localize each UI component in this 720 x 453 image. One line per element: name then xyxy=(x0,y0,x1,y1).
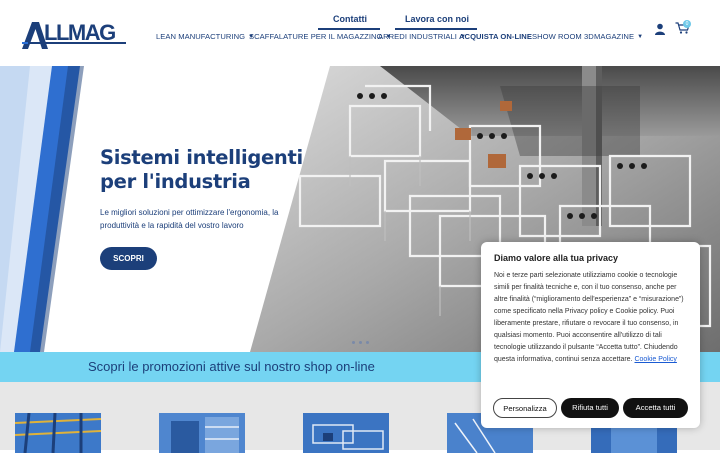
nav-arredi-industriali[interactable]: ARREDI INDUSTRIALI ▼ xyxy=(378,32,466,41)
allmag-logo[interactable]: LLMAG xyxy=(22,16,128,50)
product-thumbnail[interactable] xyxy=(303,413,389,453)
cookie-consent-dialog: Diamo valore alla tua privacy Noi e terz… xyxy=(481,242,700,428)
lavora-underline xyxy=(395,28,477,30)
nav-label: ARREDI INDUSTRIALI xyxy=(378,32,457,41)
svg-text:LLMAG: LLMAG xyxy=(44,20,115,45)
cookie-body: Noi e terze parti selezionate utilizziam… xyxy=(494,272,684,363)
nav-show-room-3d[interactable]: SHOW ROOM 3D xyxy=(532,32,594,41)
product-thumbnail[interactable] xyxy=(159,413,245,453)
nav-label: SHOW ROOM 3D xyxy=(532,32,594,41)
promo-text[interactable]: Scopri le promozioni attive sul nostro s… xyxy=(88,359,375,374)
nav-label: MAGAZINE xyxy=(594,32,635,41)
site-header: LLMAG Contatti Lavora con noi LEAN MANUF… xyxy=(0,0,720,66)
nav-label: LEAN MANUFACTURING xyxy=(156,32,246,41)
nav-label: ACQUISTA ON-LINE xyxy=(459,32,532,41)
rifiuta-tutti-button[interactable]: Rifiuta tutti xyxy=(561,398,619,418)
caret-down-icon: ▼ xyxy=(637,34,644,40)
cart-count-badge: 0 xyxy=(683,20,691,28)
contatti-link[interactable]: Contatti xyxy=(333,14,367,24)
nav-lean-manufacturing[interactable]: LEAN MANUFACTURING ▼ xyxy=(156,32,254,41)
accetta-tutti-button[interactable]: Accetta tutti xyxy=(623,398,688,418)
cookie-text: Noi e terze parti selezionate utilizziam… xyxy=(494,270,692,366)
scopri-button[interactable]: SCOPRI xyxy=(100,247,157,270)
slide-dot[interactable] xyxy=(352,341,355,344)
product-thumbnail[interactable] xyxy=(15,413,101,453)
user-icon[interactable] xyxy=(654,23,666,35)
cookie-policy-link[interactable]: Cookie Policy xyxy=(634,356,676,363)
contatti-underline xyxy=(318,28,380,30)
hero-subtitle: Le migliori soluzioni per ottimizzare l'… xyxy=(100,208,279,230)
nav-acquista-online[interactable]: ACQUISTA ON-LINE xyxy=(459,32,532,41)
slide-dot[interactable] xyxy=(366,341,369,344)
personalizza-button[interactable]: Personalizza xyxy=(493,398,557,418)
slide-dot[interactable] xyxy=(359,341,362,344)
nav-scaffalature[interactable]: SCAFFALATURE PER IL MAGAZZINO ▼ xyxy=(249,32,392,41)
cookie-title: Diamo valore alla tua privacy xyxy=(494,253,619,263)
lavora-con-noi-link[interactable]: Lavora con noi xyxy=(405,14,469,24)
nav-magazine[interactable]: MAGAZINE ▼ xyxy=(594,32,643,41)
hero-title: Sistemi intelligenti per l'industria xyxy=(100,146,303,193)
nav-label: SCAFFALATURE PER IL MAGAZZINO xyxy=(249,32,383,41)
